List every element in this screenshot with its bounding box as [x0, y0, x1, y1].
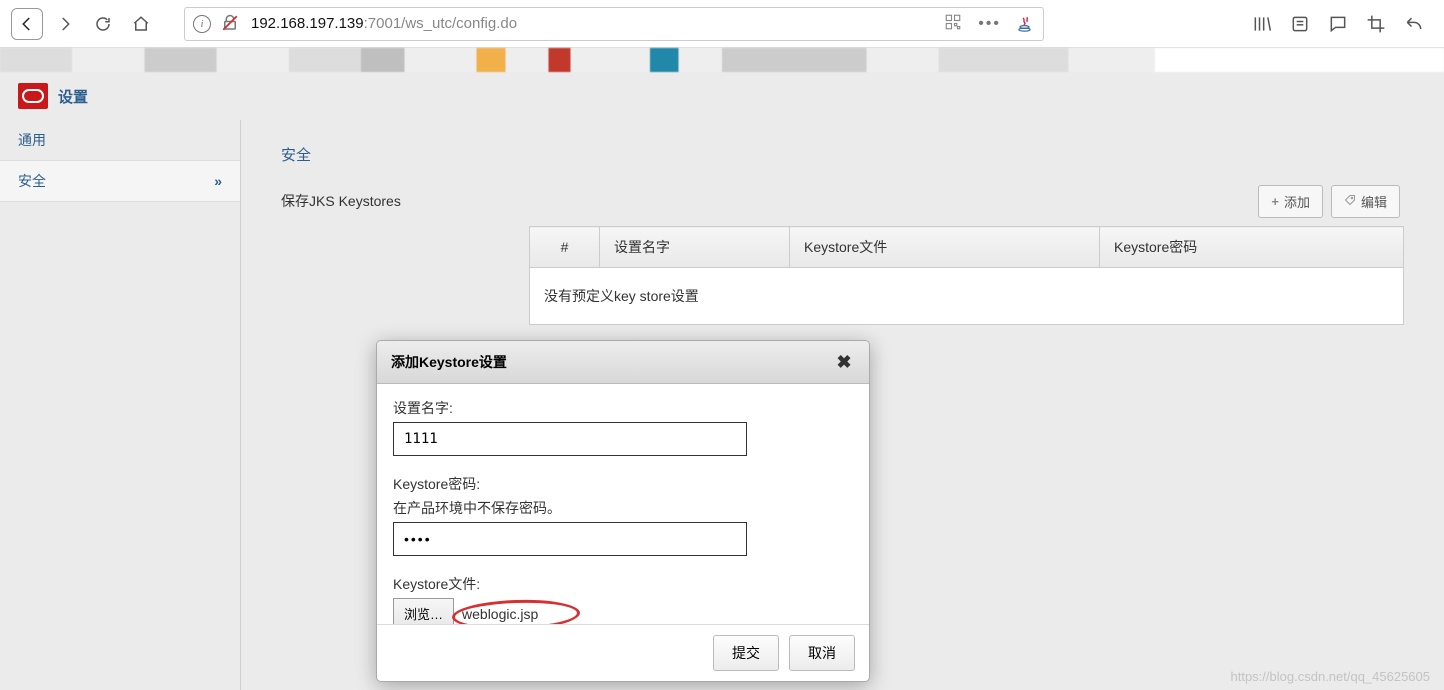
table-header-row: # 设置名字 Keystore文件 Keystore密码 — [530, 227, 1404, 268]
col-pwd: Keystore密码 — [1100, 227, 1404, 268]
oracle-logo — [18, 83, 48, 109]
col-file: Keystore文件 — [790, 227, 1100, 268]
name-input[interactable] — [393, 422, 747, 456]
add-keystore-dialog: 添加Keystore设置 ✖ 设置名字: Keystore密码: 在产品环境中不… — [376, 340, 870, 682]
sidebar-item-general[interactable]: 通用 — [0, 120, 240, 161]
browser-toolbar: i 192.168.197.139:7001/ws_utc/config.do … — [0, 0, 1444, 48]
watermark: https://blog.csdn.net/qq_45625605 — [1231, 669, 1431, 684]
row-label: 保存JKS Keystores — [281, 185, 529, 325]
browse-button[interactable]: 浏览… — [393, 598, 454, 624]
close-icon[interactable]: ✖ — [833, 351, 855, 373]
file-label: Keystore文件: — [393, 574, 853, 594]
back-button[interactable] — [11, 8, 43, 40]
tag-icon — [1344, 194, 1356, 209]
plus-icon: + — [1271, 194, 1279, 209]
dialog-footer: 提交 取消 — [377, 624, 869, 681]
dialog-body: 设置名字: Keystore密码: 在产品环境中不保存密码。 Keystore文… — [377, 384, 869, 624]
reload-button[interactable] — [87, 8, 119, 40]
home-button[interactable] — [125, 8, 157, 40]
insecure-icon — [221, 14, 241, 34]
cancel-button[interactable]: 取消 — [789, 635, 855, 671]
reader-icon[interactable] — [1288, 12, 1312, 36]
chat-icon[interactable] — [1326, 12, 1350, 36]
sidebar-item-security[interactable]: 安全 » — [0, 161, 240, 202]
col-num: # — [530, 227, 600, 268]
row-panel: + 添加 编辑 # 设置名字 Key — [529, 185, 1404, 325]
browser-right-icons — [1250, 12, 1426, 36]
keystore-table: # 设置名字 Keystore文件 Keystore密码 没有预定义key st… — [529, 226, 1404, 325]
table-empty-cell: 没有预定义key store设置 — [530, 268, 1404, 325]
file-name: weblogic.jsp — [462, 606, 538, 622]
undo-icon[interactable] — [1402, 12, 1426, 36]
dialog-title: 添加Keystore设置 — [391, 352, 507, 372]
site-info-icon[interactable]: i — [193, 15, 211, 33]
url-bar[interactable]: i 192.168.197.139:7001/ws_utc/config.do … — [184, 7, 1044, 41]
col-name: 设置名字 — [600, 227, 790, 268]
java-icon[interactable] — [1017, 15, 1035, 33]
app-header: 设置 — [0, 72, 1444, 120]
library-icon[interactable] — [1250, 12, 1274, 36]
qr-icon[interactable] — [944, 13, 962, 34]
pwd-input[interactable] — [393, 522, 747, 556]
chevron-right-icon: » — [214, 173, 222, 189]
pwd-label: Keystore密码: — [393, 474, 853, 494]
app-title: 设置 — [58, 86, 88, 107]
sidebar-item-label: 安全 — [18, 171, 46, 191]
sidebar-item-label: 通用 — [18, 130, 46, 150]
url-host: 192.168.197.139 — [251, 15, 364, 32]
sidebar: 通用 安全 » — [0, 120, 241, 690]
section-title: 安全 — [281, 144, 1404, 165]
submit-button[interactable]: 提交 — [713, 635, 779, 671]
add-label: 添加 — [1284, 192, 1310, 211]
url-path: :7001/ws_utc/config.do — [364, 15, 517, 32]
url-text: 192.168.197.139:7001/ws_utc/config.do — [251, 15, 944, 32]
forward-button[interactable] — [49, 8, 81, 40]
table-empty-row: 没有预定义key store设置 — [530, 268, 1404, 325]
page-actions-icon[interactable]: ••• — [978, 15, 1001, 33]
dialog-title-bar[interactable]: 添加Keystore设置 ✖ — [377, 341, 869, 384]
pwd-hint: 在产品环境中不保存密码。 — [393, 498, 853, 518]
name-label: 设置名字: — [393, 398, 853, 418]
edit-label: 编辑 — [1361, 192, 1387, 211]
censored-strip — [0, 48, 1444, 72]
crop-icon[interactable] — [1364, 12, 1388, 36]
add-button[interactable]: + 添加 — [1258, 185, 1323, 218]
edit-button[interactable]: 编辑 — [1331, 185, 1400, 218]
